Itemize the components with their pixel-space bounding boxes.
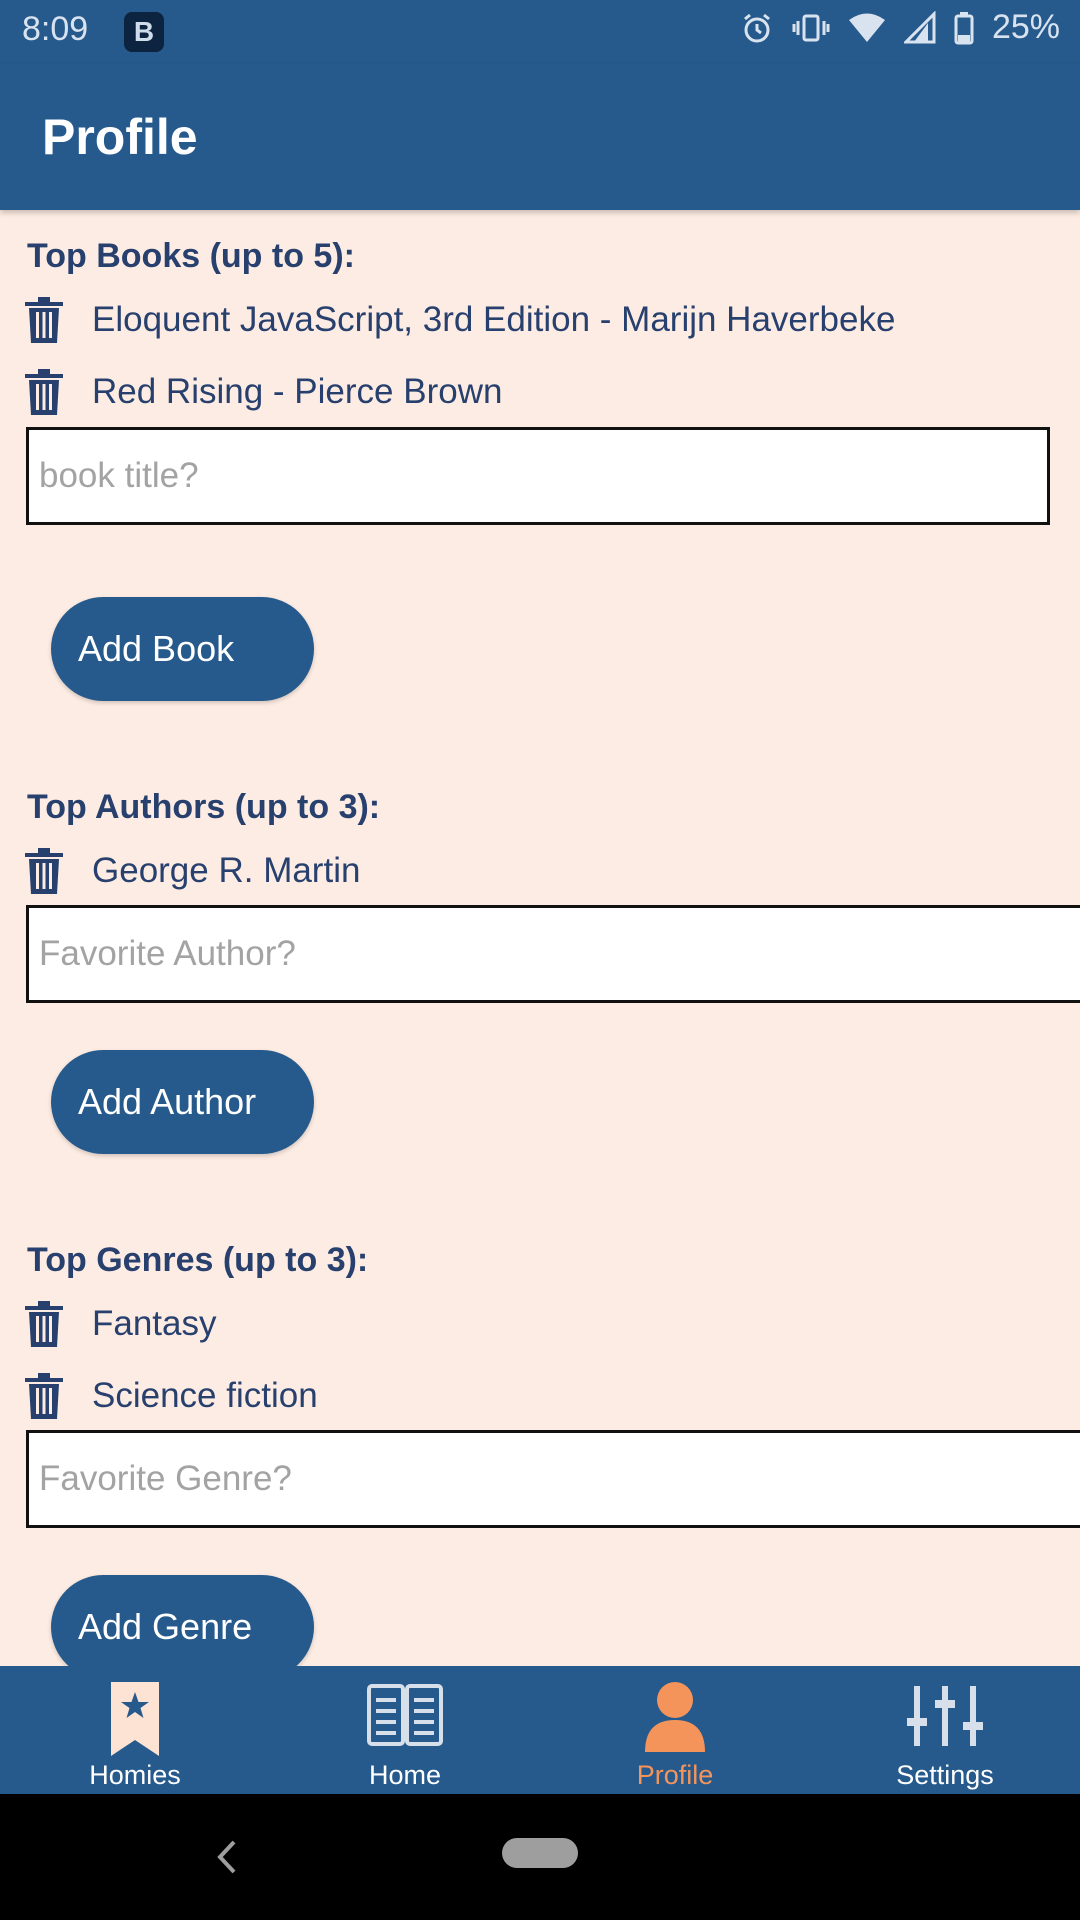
genre-name: Science fiction [92, 1376, 318, 1415]
add-genre-button[interactable]: Add Genre [51, 1575, 314, 1666]
wifi-icon [848, 13, 885, 42]
profile-screen: 8:09 B 25% Profile Top Books (up to 5): … [0, 0, 1080, 1920]
books-heading: Top Books (up to 5): [27, 237, 355, 275]
genre-item: Fantasy [25, 1296, 217, 1352]
book-title-input[interactable] [26, 427, 1050, 525]
author-item: George R. Martin [25, 843, 360, 899]
home-pill-button[interactable] [502, 1838, 578, 1868]
status-bar: 8:09 B 25% [0, 0, 1080, 64]
author-input[interactable] [26, 905, 1080, 1003]
trash-icon[interactable] [25, 1301, 63, 1347]
book-title: Red Rising - Pierce Brown [92, 372, 503, 411]
nav-profile[interactable]: Profile [540, 1666, 810, 1794]
genre-item: Science fiction [25, 1368, 318, 1424]
author-name: George R. Martin [92, 851, 361, 890]
app-bar: Profile [0, 64, 1080, 210]
nav-label: Settings [896, 1760, 994, 1790]
alarm-icon [744, 13, 770, 42]
nav-label: Profile [636, 1760, 714, 1790]
authors-heading: Top Authors (up to 3): [27, 788, 381, 826]
add-author-button[interactable]: Add Author [51, 1050, 314, 1154]
genre-name: Fantasy [92, 1304, 217, 1343]
status-icons: 25% [740, 8, 1060, 47]
nav-label: Home [368, 1760, 442, 1790]
nav-homies[interactable]: Homies [0, 1666, 270, 1794]
bookmark-star-icon [111, 1682, 159, 1756]
add-book-button[interactable]: Add Book [51, 597, 314, 701]
battery-icon [954, 11, 974, 44]
bottom-nav: Homies Home Profile Settings [0, 1666, 1080, 1794]
app-notification-icon: B [124, 12, 164, 52]
sliders-icon [907, 1686, 983, 1746]
signal-icon [903, 10, 936, 43]
nav-home[interactable]: Home [270, 1666, 540, 1794]
open-book-icon [367, 1684, 443, 1746]
battery-percent: 25% [991, 8, 1060, 46]
status-time: 8:09 [22, 10, 89, 48]
nav-settings[interactable]: Settings [810, 1666, 1080, 1794]
genres-heading: Top Genres (up to 3): [27, 1241, 369, 1279]
nav-label: Homies [89, 1760, 181, 1790]
page-title: Profile [42, 109, 198, 165]
book-item: Red Rising - Pierce Brown [25, 364, 502, 420]
person-icon [645, 1682, 705, 1752]
profile-content[interactable]: Top Books (up to 5): Eloquent JavaScript… [0, 210, 1080, 1666]
back-icon[interactable] [208, 1834, 248, 1880]
trash-icon[interactable] [25, 1373, 63, 1419]
trash-icon[interactable] [25, 848, 63, 894]
system-nav-bar [0, 1794, 1080, 1920]
book-item: Eloquent JavaScript, 3rd Edition - Marij… [25, 292, 895, 348]
vibrate-icon [792, 14, 830, 41]
genre-input[interactable] [26, 1430, 1080, 1528]
trash-icon[interactable] [25, 297, 63, 343]
book-title: Eloquent JavaScript, 3rd Edition - Marij… [92, 300, 896, 339]
trash-icon[interactable] [25, 369, 63, 415]
